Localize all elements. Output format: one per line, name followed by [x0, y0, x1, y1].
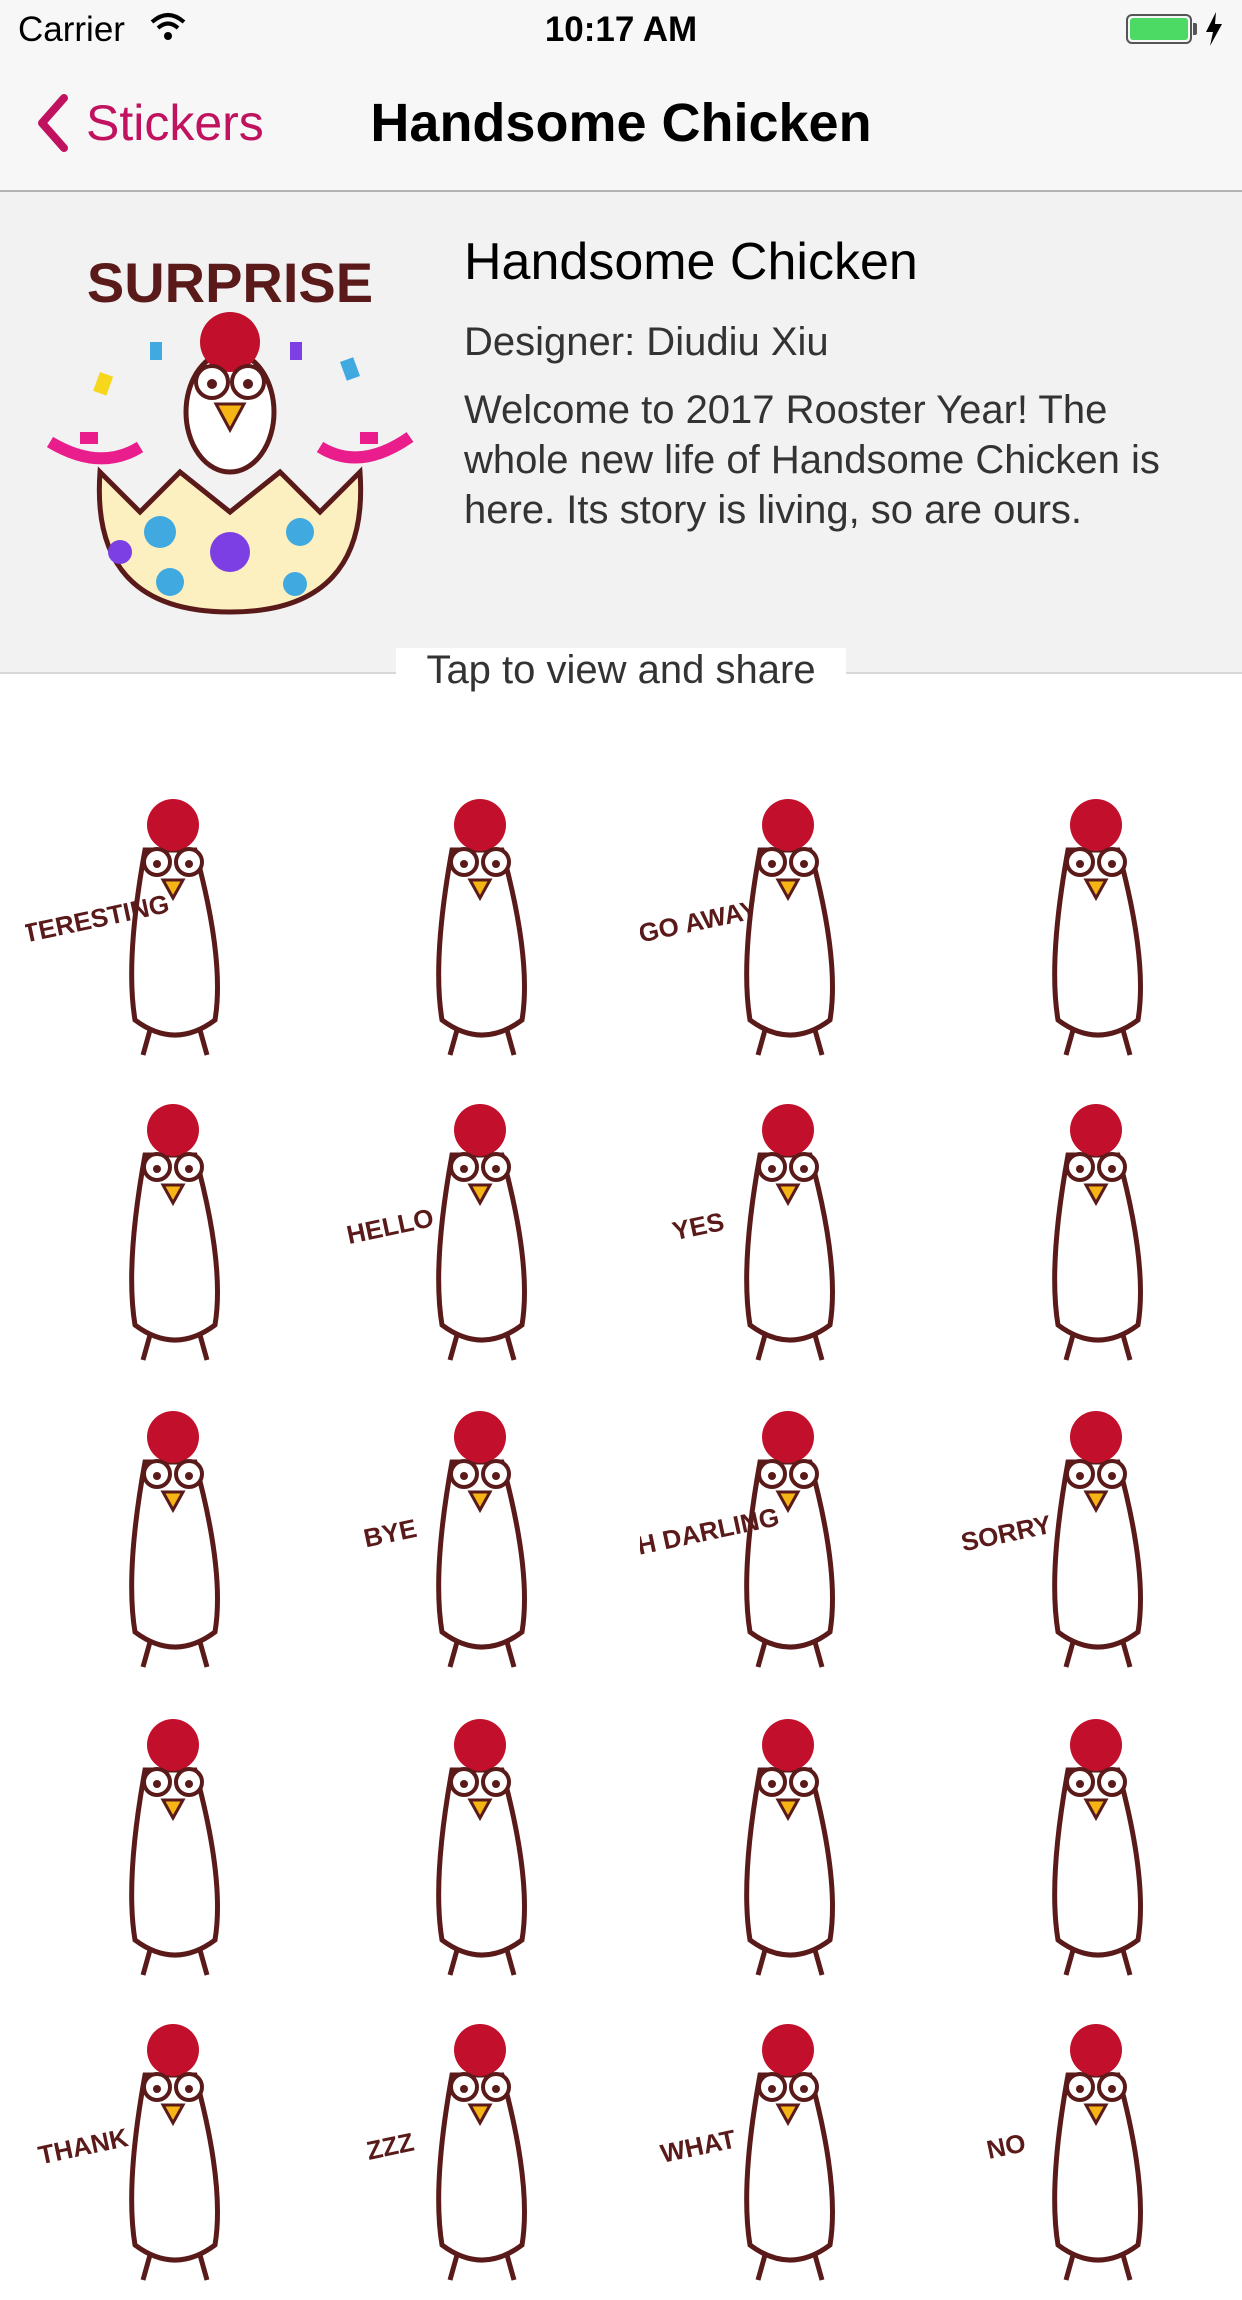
- chicken-love-sticker[interactable]: [25, 1392, 295, 1682]
- navigation-bar: Stickers Handsome Chicken: [0, 62, 1242, 192]
- chicken-tongue-sticker[interactable]: [640, 1700, 910, 1990]
- page-title: Handsome Chicken: [370, 93, 872, 153]
- chicken-dots-sticker[interactable]: [948, 1085, 1218, 1375]
- tap-hint: Tap to view and share: [0, 648, 1242, 693]
- chicken-clapping-sticker[interactable]: [25, 1085, 295, 1375]
- sticker-text: HELLO: [344, 1202, 436, 1250]
- chicken-oh-darling-sticker[interactable]: OH DARLING: [614, 1392, 910, 1682]
- sticker-text: NO: [984, 2127, 1028, 2164]
- sticker-text: ZZZ: [364, 2127, 417, 2166]
- chicken-no-sign-sticker[interactable]: NO: [948, 2005, 1218, 2295]
- chicken-go-away-sticker[interactable]: GO AWAY: [636, 780, 910, 1070]
- sticker-text: YES: [670, 1206, 727, 1246]
- chicken-what-sticker[interactable]: WHAT: [640, 2005, 910, 2295]
- chicken-crying-sticker[interactable]: [948, 1700, 1218, 1990]
- sticker-text: WHAT: [658, 2124, 739, 2169]
- pack-hero-image: SURPRISE: [40, 232, 420, 622]
- chicken-thanks-sticker[interactable]: THANK: [25, 2005, 295, 2295]
- pack-description: Welcome to 2017 Rooster Year! The whole …: [464, 388, 1160, 532]
- chicken-interesting-sticker[interactable]: INTERESTING: [0, 780, 295, 1070]
- sticker-text: SORRY: [958, 1509, 1054, 1557]
- pack-name: Handsome Chicken: [464, 233, 918, 291]
- charging-icon: [1204, 12, 1224, 51]
- chicken-sleeping-sticker[interactable]: ZZZ: [332, 2005, 602, 2295]
- battery-icon: [1126, 14, 1192, 44]
- chicken-yes-sign-sticker[interactable]: YES: [640, 1085, 910, 1375]
- chicken-angry-fire-sticker[interactable]: [25, 1700, 295, 1990]
- sticker-text: THANK: [36, 2122, 131, 2170]
- chicken-sorry-sticker[interactable]: SORRY: [948, 1392, 1218, 1682]
- chicken-shocked-sticker[interactable]: [332, 1700, 602, 1990]
- pack-designer: Designer: Diudiu Xiu: [464, 320, 829, 364]
- sticker-text: BYE: [361, 1513, 420, 1553]
- chicken-bye-sticker[interactable]: BYE: [332, 1392, 602, 1682]
- chicken-hello-sticker[interactable]: HELLO: [332, 1085, 602, 1375]
- pack-header: SURPRISE Handsome Chicken Designer: Diud…: [0, 192, 1242, 672]
- clock: 10:17 AM: [544, 10, 698, 49]
- chicken-shadow-sticker[interactable]: [948, 780, 1218, 1070]
- tap-hint-label: Tap to view and share: [396, 648, 846, 692]
- hero-text: SURPRISE: [87, 251, 373, 314]
- status-bar: Carrier 10:17 AM: [0, 0, 1242, 62]
- pack-info: Handsome Chicken Designer: Diudiu Xiu We…: [464, 232, 1204, 535]
- sticker-text: GO AWAY: [640, 894, 760, 948]
- chicken-heart-sticker[interactable]: [332, 780, 602, 1070]
